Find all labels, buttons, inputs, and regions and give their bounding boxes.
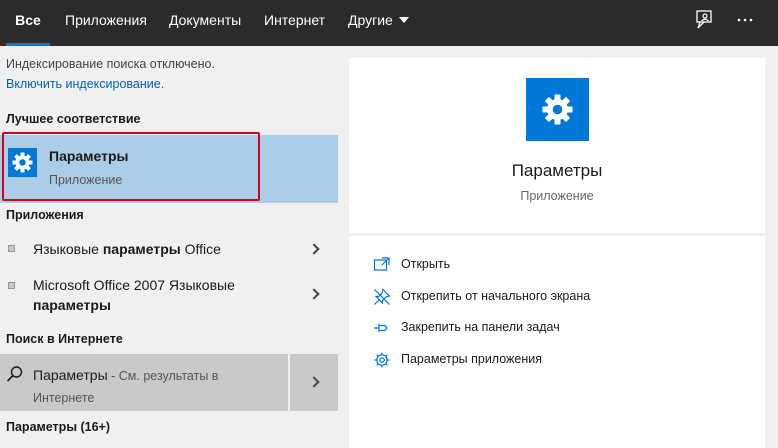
app-result-label: Microsoft Office 2007 Языковые параметры: [33, 277, 235, 313]
gear-icon: [8, 148, 37, 177]
pin-taskbar-label: Закрепить на панели задач: [401, 320, 560, 334]
pin-taskbar-action[interactable]: Закрепить на панели задач: [373, 317, 753, 339]
best-match-item[interactable]: [0, 135, 338, 203]
settings-count-heading: Параметры (16+): [6, 420, 110, 434]
feedback-icon[interactable]: [692, 8, 718, 32]
open-icon: [373, 257, 390, 271]
chevron-down-icon: [398, 17, 409, 23]
app-result-label: Языковые параметры Office: [33, 241, 221, 257]
best-match-title: Параметры: [49, 148, 129, 164]
tab-apps[interactable]: Приложения: [65, 0, 147, 46]
app-settings-action[interactable]: Параметры приложения: [373, 349, 753, 371]
tab-internet[interactable]: Интернет: [264, 0, 325, 46]
tab-documents[interactable]: Документы: [169, 0, 241, 46]
enable-indexing-link[interactable]: Включить индексирование.: [6, 77, 164, 91]
app-settings-label: Параметры приложения: [401, 352, 543, 366]
unpin-icon: [374, 288, 391, 305]
web-search-heading: Поиск в Интернете: [6, 332, 123, 346]
unpin-start-action[interactable]: Открепить от начального экрана: [373, 286, 753, 308]
tab-other-label: Другие: [348, 12, 393, 28]
open-action[interactable]: Открыть: [373, 254, 753, 276]
office-app-icon: [8, 282, 15, 289]
tab-other[interactable]: Другие: [348, 0, 409, 46]
unpin-start-label: Открепить от начального экрана: [401, 289, 591, 303]
indexing-notice: Индексирование поиска отключено.: [6, 57, 215, 71]
gear-icon: [526, 78, 589, 141]
tab-all[interactable]: Все: [6, 0, 50, 46]
web-search-label: Параметры - См. результаты в Интернете: [33, 367, 219, 405]
app-result-language-settings[interactable]: Языковые параметры Office: [0, 234, 338, 264]
more-icon[interactable]: [733, 8, 759, 32]
apps-heading: Приложения: [6, 208, 84, 222]
web-search-expand-button[interactable]: [290, 354, 338, 411]
preview-subtitle: Приложение: [520, 189, 594, 203]
chevron-right-icon: [308, 288, 320, 300]
office-app-icon: [8, 245, 15, 252]
chevron-right-icon: [308, 376, 320, 388]
chevron-right-icon: [308, 243, 320, 255]
pin-icon: [374, 324, 388, 332]
search-icon: [6, 365, 24, 388]
best-match-subtitle: Приложение: [49, 173, 123, 187]
results-panel: Индексирование поиска отключено. Включит…: [0, 46, 338, 448]
gear-icon: [374, 352, 390, 368]
best-match-heading: Лучшее соответствие: [6, 112, 141, 126]
open-action-label: Открыть: [401, 257, 451, 271]
app-result-office-language[interactable]: Microsoft Office 2007 Языковые параметры: [0, 272, 338, 316]
preview-title: Параметры: [511, 161, 603, 180]
search-filter-bar: Все Приложения Документы Интернет Другие: [0, 0, 778, 46]
